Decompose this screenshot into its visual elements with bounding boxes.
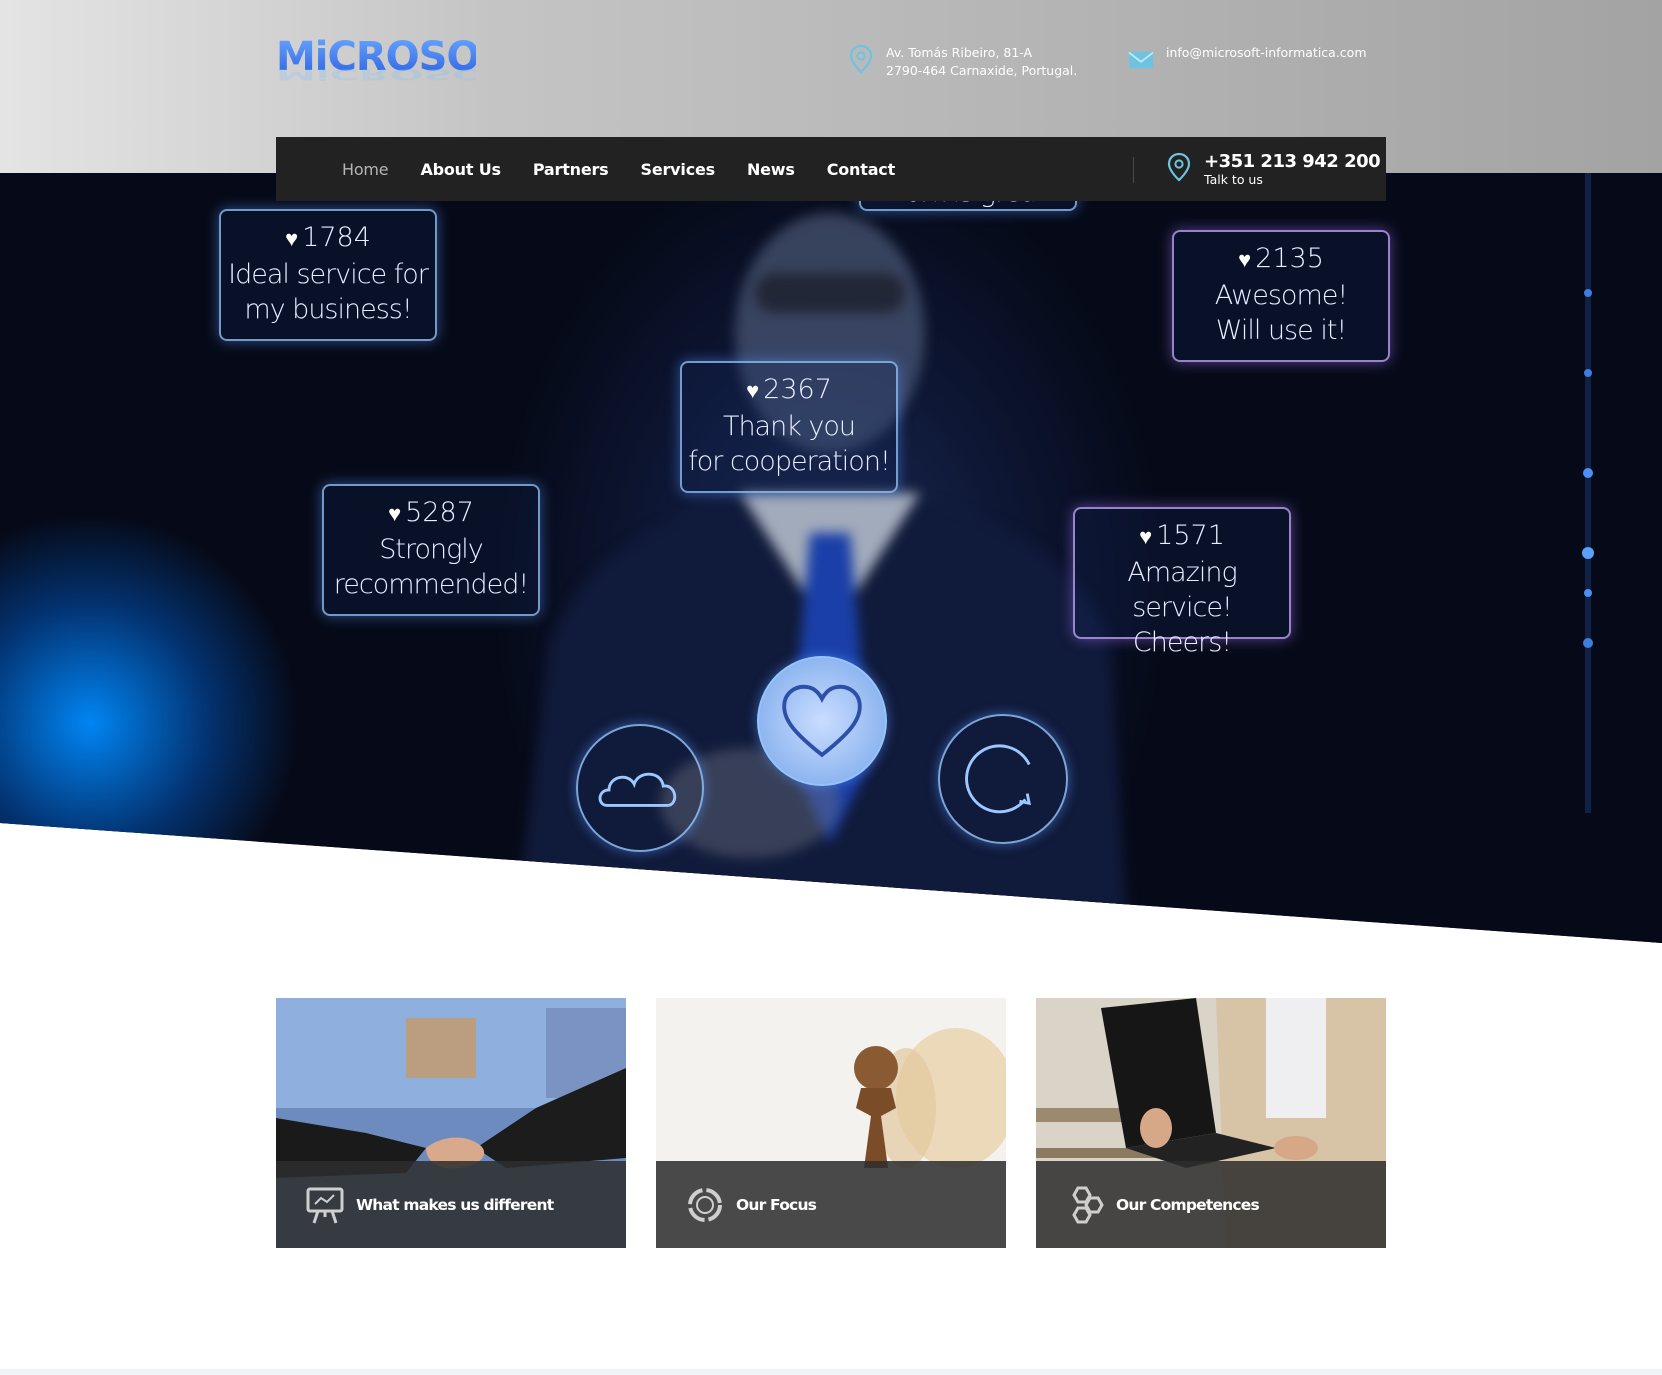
hero-blue-glow — [0, 513, 300, 933]
email-block[interactable]: info@microsoft-informatica.com — [1128, 44, 1367, 74]
review-bubble: ♥ 1571 Amazing service! Cheers! — [1073, 507, 1291, 658]
address-line1: Av. Tomás Ribeiro, 81-A — [886, 45, 1033, 60]
review-text: Ideal service for — [228, 259, 429, 290]
main-navbar: Home About Us Partners Services News Con… — [276, 137, 1386, 201]
heart-icon: ♥ — [388, 502, 402, 527]
nav-item-contact[interactable]: Contact — [811, 160, 911, 179]
heart-icon: ♥ — [1238, 248, 1252, 273]
nav-item-news[interactable]: News — [731, 160, 811, 179]
review-text: Cheers! — [1132, 627, 1232, 658]
address-block: Av. Tomás Ribeiro, 81-A 2790-464 Carnaxi… — [848, 44, 1077, 80]
phone-caption: Talk to us — [1204, 172, 1263, 187]
nav-item-about-us[interactable]: About Us — [404, 160, 516, 179]
nav-menu: Home About Us Partners Services News Con… — [326, 160, 911, 179]
heart-icon — [757, 656, 887, 786]
address-line2: 2790-464 Carnaxide, Portugal. — [886, 63, 1078, 78]
review-text: Thank you — [722, 411, 856, 442]
phone-number[interactable]: +351 213 942 200 — [1204, 152, 1381, 172]
card-caption-bar: What makes us different — [276, 1161, 626, 1248]
presentation-board-icon — [306, 1187, 344, 1223]
nav-item-services[interactable]: Services — [625, 160, 731, 179]
nav-divider — [1133, 157, 1134, 183]
hero-banner: ♥1784 Ideal service for my business! Wor… — [0, 173, 1662, 943]
nav-item-home[interactable]: Home — [326, 160, 404, 179]
review-count: 2367 — [763, 374, 832, 405]
heart-icon: ♥ — [1139, 525, 1153, 550]
logo[interactable]: MiCROSOFt MiCROSOFt — [276, 36, 476, 96]
review-bubble: ♥ 1784 Ideal service for my business! — [219, 209, 437, 341]
review-text: Awesome! — [1214, 280, 1348, 311]
review-count: 2135 — [1255, 243, 1324, 274]
footer-edge — [0, 1369, 1662, 1375]
review-text: Strongly — [379, 534, 484, 565]
review-text: for cooperation! — [688, 446, 891, 477]
heart-icon: ♥ — [285, 227, 299, 252]
cloud-icon — [576, 724, 704, 852]
phone-block[interactable]: +351 213 942 200 Talk to us — [1166, 152, 1381, 188]
feature-card-competences[interactable]: Our Competences — [1036, 998, 1386, 1248]
review-text: Will use it! — [1215, 315, 1347, 346]
review-text: recommended! — [333, 569, 530, 600]
card-caption-bar: Our Competences — [1036, 1161, 1386, 1248]
review-bubble: ♥ 2135 Awesome! Will use it! — [1172, 230, 1390, 362]
email-link[interactable]: info@microsoft-informatica.com — [1166, 44, 1367, 62]
review-text: Amazing service! — [1127, 557, 1237, 623]
circular-chart-icon — [688, 1187, 722, 1222]
review-bubble: ♥ 2367 Thank you for cooperation! — [680, 361, 898, 493]
refresh-icon — [938, 714, 1068, 844]
light-streaks — [1582, 173, 1594, 813]
location-pin-icon — [1167, 152, 1191, 182]
review-count: 5287 — [405, 497, 474, 528]
card-title: Our Focus — [736, 1195, 817, 1214]
logo-reflection: MiCROSOFt — [276, 65, 476, 83]
heart-icon: ♥ — [746, 379, 760, 404]
card-caption-bar: Our Focus — [656, 1161, 1006, 1248]
feature-card-focus[interactable]: Our Focus — [656, 998, 1006, 1248]
location-pin-icon — [849, 44, 873, 74]
review-bubble: ♥ 5287 Strongly recommended! — [322, 484, 540, 616]
feature-card-different[interactable]: What makes us different — [276, 998, 626, 1248]
card-title: What makes us different — [356, 1195, 554, 1214]
review-count: 1784 — [302, 222, 371, 253]
review-text: my business! — [244, 294, 412, 325]
nav-item-partners[interactable]: Partners — [517, 160, 625, 179]
card-title: Our Competences — [1116, 1195, 1260, 1214]
review-count: 1571 — [1156, 520, 1225, 551]
envelope-icon — [1128, 51, 1154, 69]
hexagons-icon — [1072, 1186, 1104, 1223]
